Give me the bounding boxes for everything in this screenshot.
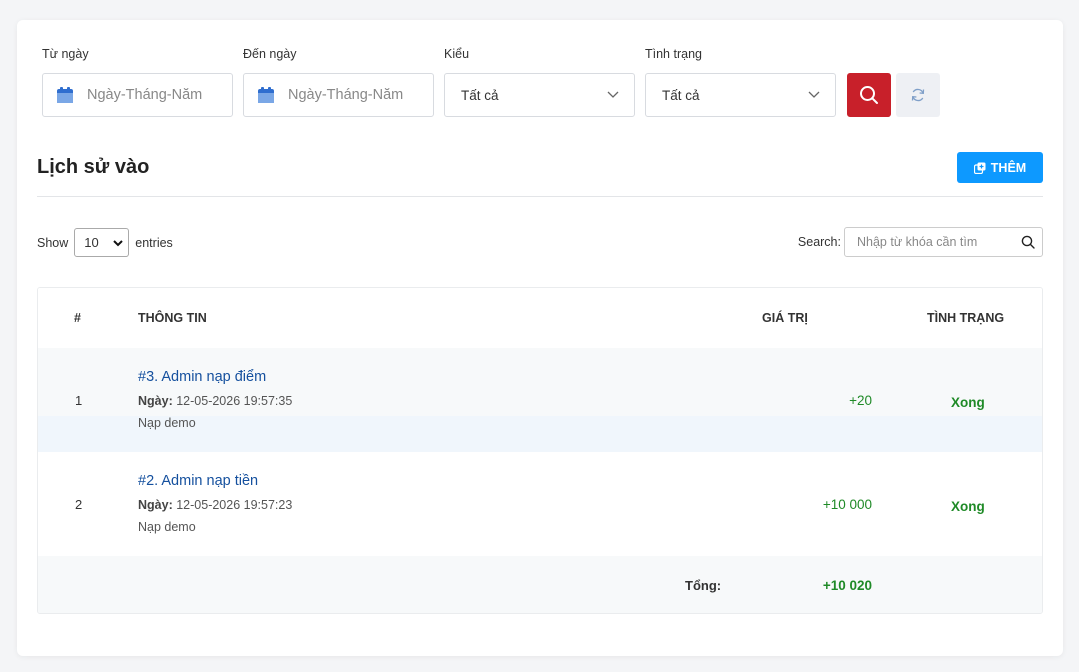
chevron-down-icon [808,91,820,98]
from-date-placeholder: Ngày-Tháng-Năm [87,87,203,103]
table-row: 2 #2. Admin nạp tiền Ngày: 12-05-2026 19… [38,452,1042,556]
search-placeholder: Nhập từ khóa cần tìm [857,235,978,249]
transaction-note: Nạp demo [138,416,196,430]
to-date-input[interactable]: Ngày-Tháng-Năm [243,73,434,117]
to-date-label: Đến ngày [243,47,297,61]
search-label: Search: [797,235,841,249]
history-card: Từ ngày Ngày-Tháng-Năm Đến ngày Ngày-Thá… [17,20,1063,656]
add-copy-icon [973,162,986,174]
total-label: Tổng: [685,578,722,593]
calendar-icon [258,87,274,103]
status-select[interactable]: Tất cả [645,73,836,117]
chevron-down-icon [113,240,123,247]
show-label: Show [37,235,69,250]
from-date-input[interactable]: Ngày-Tháng-Năm [42,73,233,117]
page-title: Lịch sử vào [37,156,150,178]
row-index: 2 [75,497,83,512]
calendar-icon [57,87,73,103]
search-button[interactable] [847,73,891,117]
add-button-label: THÊM [990,160,1027,175]
type-label: Kiểu [444,47,470,61]
from-date-label: Từ ngày [42,47,89,61]
table-header: # THÔNG TIN GIÁ TRỊ TÌNH TRẠNG [38,288,1042,348]
date-value: 12-05-2026 19:57:35 [176,394,293,408]
transaction-date: Ngày: 12-05-2026 19:57:35 [138,394,292,408]
table-search: Search: Nhập từ khóa cần tìm [798,227,1043,257]
to-date-group: Đến ngày Ngày-Tháng-Năm [243,46,434,117]
divider [37,196,1043,197]
status-badge: Xong [951,499,985,514]
column-info[interactable]: THÔNG TIN [138,311,207,325]
add-button[interactable]: THÊM [957,152,1043,183]
transaction-date: Ngày: 12-05-2026 19:57:23 [138,498,292,512]
transaction-title[interactable]: #3. Admin nạp điểm [138,369,266,385]
total-value: +10 020 [822,578,872,593]
search-input[interactable]: Nhập từ khóa cần tìm [844,227,1043,257]
refresh-icon [911,88,925,102]
chevron-down-icon [607,91,619,98]
transaction-value: +10 000 [822,497,872,512]
entries-select[interactable]: 10 [74,228,130,257]
entries-select-value: 10 [84,235,99,250]
column-status[interactable]: TÌNH TRẠNG [927,311,1004,325]
status-badge: Xong [951,395,985,410]
entries-label: entries [135,235,173,250]
filter-bar: Từ ngày Ngày-Tháng-Năm Đến ngày Ngày-Thá… [42,46,1042,118]
total-row: Tổng: +10 020 [38,556,1042,613]
type-select-value: Tất cả [461,87,499,103]
from-date-group: Từ ngày Ngày-Tháng-Năm [42,46,233,117]
entries-length: Show 10 entries [37,228,173,257]
history-table: # THÔNG TIN GIÁ TRỊ TÌNH TRẠNG 1 #3. Adm… [37,287,1043,614]
type-select[interactable]: Tất cả [444,73,635,117]
search-icon [1021,235,1035,249]
table-row: 1 #3. Admin nạp điểm Ngày: 12-05-2026 19… [38,348,1042,452]
date-value: 12-05-2026 19:57:23 [176,498,293,512]
transaction-note: Nạp demo [138,520,196,534]
transaction-title[interactable]: #2. Admin nạp tiền [138,473,258,489]
status-label: Tình trạng [645,47,702,61]
transaction-value: +20 [849,393,872,408]
date-label: Ngày: [138,498,173,512]
status-select-value: Tất cả [662,87,700,103]
column-value[interactable]: GIÁ TRỊ [762,311,808,325]
type-group: Kiểu Tất cả [444,46,635,117]
to-date-placeholder: Ngày-Tháng-Năm [288,87,404,103]
column-index[interactable]: # [74,311,81,325]
date-label: Ngày: [138,394,173,408]
search-icon [860,86,878,104]
row-index: 1 [75,393,83,408]
reset-button[interactable] [896,73,940,117]
status-group: Tình trạng Tất cả [645,46,836,117]
